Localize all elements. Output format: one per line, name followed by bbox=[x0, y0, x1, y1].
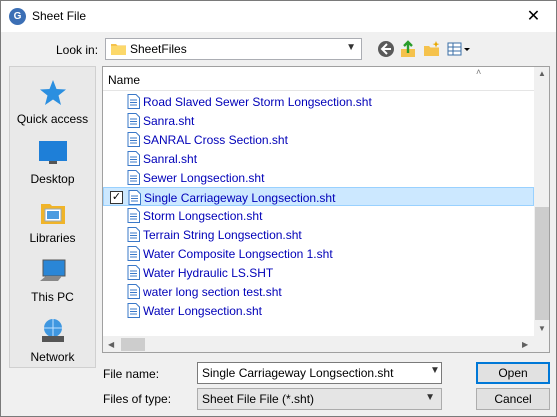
cancel-button[interactable]: Cancel bbox=[476, 388, 550, 410]
sheet-file-dialog: G Sheet File ✕ Look in: SheetFiles ▼ Qui bbox=[0, 0, 557, 417]
file-name: Road Slaved Sewer Storm Longsection.sht bbox=[143, 95, 372, 109]
file-type-select[interactable]: Sheet File File (*.sht) ▼ bbox=[197, 388, 442, 410]
sheet-file-icon bbox=[127, 94, 140, 109]
network-icon bbox=[41, 319, 64, 342]
app-icon: G bbox=[9, 8, 26, 25]
vertical-scroll-thumb[interactable] bbox=[535, 207, 549, 320]
look-in-combo[interactable]: SheetFiles ▼ bbox=[105, 38, 362, 60]
places-bar: Quick access Desktop Libraries This PC N… bbox=[9, 66, 96, 368]
file-name-label: File name: bbox=[103, 367, 160, 381]
sort-ascending-icon: ˄ bbox=[476, 67, 482, 77]
place-desktop[interactable]: Desktop bbox=[10, 139, 95, 186]
file-name: Sewer Longsection.sht bbox=[143, 171, 265, 185]
horizontal-scroll-thumb[interactable] bbox=[121, 338, 145, 351]
sheet-file-icon bbox=[127, 284, 140, 299]
file-row[interactable]: Sewer Longsection.sht bbox=[103, 168, 534, 187]
quick-access-star-icon bbox=[39, 80, 66, 105]
file-name: Water Composite Longsection 1.sht bbox=[143, 247, 333, 261]
file-row[interactable]: water long section test.sht bbox=[103, 282, 534, 301]
sheet-file-icon bbox=[127, 113, 140, 128]
selection-checkbox[interactable]: ✓ bbox=[110, 191, 123, 204]
file-row[interactable]: Water Hydraulic LS.SHT bbox=[103, 263, 534, 282]
horizontal-scrollbar[interactable]: ◀ ▶ bbox=[103, 336, 534, 352]
sheet-file-icon bbox=[127, 208, 140, 223]
chevron-down-icon: ▼ bbox=[346, 42, 356, 53]
file-name: Water Hydraulic LS.SHT bbox=[143, 266, 274, 280]
file-row[interactable]: Road Slaved Sewer Storm Longsection.sht bbox=[103, 92, 534, 111]
file-name: Water Longsection.sht bbox=[143, 304, 262, 318]
window-title: Sheet File bbox=[32, 9, 87, 23]
file-row[interactable]: ✓ Single Carriageway Longsection.sht bbox=[103, 187, 534, 206]
file-type-label: Files of type: bbox=[103, 392, 172, 406]
sheet-file-icon bbox=[127, 227, 140, 242]
file-type-value: Sheet File File (*.sht) bbox=[202, 392, 315, 406]
back-button[interactable] bbox=[376, 39, 396, 59]
place-label: Quick access bbox=[16, 112, 89, 126]
close-button[interactable]: ✕ bbox=[511, 1, 556, 32]
libraries-icon bbox=[40, 204, 65, 224]
place-label: This PC bbox=[31, 290, 74, 304]
sheet-file-icon bbox=[127, 170, 140, 185]
file-name: Sanra.sht bbox=[143, 114, 195, 128]
new-folder-button[interactable] bbox=[422, 39, 442, 59]
sheet-file-icon bbox=[127, 303, 140, 318]
scroll-right-icon[interactable]: ▶ bbox=[522, 340, 528, 349]
sheet-file-icon bbox=[127, 265, 140, 280]
file-name: Storm Longsection.sht bbox=[143, 209, 263, 223]
place-network[interactable]: Network bbox=[10, 317, 95, 364]
file-name-input[interactable]: Single Carriageway Longsection.sht bbox=[197, 362, 442, 384]
file-list: Name ˄ Road Slaved Sewer Storm Longsecti… bbox=[102, 66, 550, 353]
file-name: Terrain String Longsection.sht bbox=[143, 228, 302, 242]
up-folder-button[interactable] bbox=[399, 39, 419, 59]
file-row[interactable]: Water Longsection.sht bbox=[103, 301, 534, 320]
scroll-down-icon[interactable]: ▼ bbox=[538, 324, 546, 333]
sheet-file-icon bbox=[127, 246, 140, 261]
sheet-file-icon bbox=[127, 132, 140, 147]
folder-icon bbox=[111, 44, 126, 55]
place-this-pc[interactable]: This PC bbox=[10, 257, 95, 304]
scroll-left-icon[interactable]: ◀ bbox=[108, 340, 114, 349]
place-label: Network bbox=[30, 350, 75, 364]
file-row[interactable]: Storm Longsection.sht bbox=[103, 206, 534, 225]
file-row[interactable]: SANRAL Cross Section.sht bbox=[103, 130, 534, 149]
open-button[interactable]: Open bbox=[476, 362, 550, 384]
file-name: Single Carriageway Longsection.sht bbox=[144, 191, 336, 205]
column-header-name[interactable]: Name ˄ bbox=[103, 67, 534, 91]
scroll-up-icon[interactable]: ▲ bbox=[538, 69, 546, 78]
file-row[interactable]: Water Composite Longsection 1.sht bbox=[103, 244, 534, 263]
sheet-file-icon bbox=[128, 190, 141, 205]
place-quick-access[interactable]: Quick access bbox=[10, 79, 95, 126]
sheet-file-icon bbox=[127, 151, 140, 166]
place-label: Desktop bbox=[30, 172, 75, 186]
chevron-down-icon: ▼ bbox=[425, 392, 435, 403]
look-in-value: SheetFiles bbox=[130, 42, 187, 56]
column-name-label: Name bbox=[108, 73, 141, 87]
vertical-scrollbar[interactable]: ▲ ▼ bbox=[534, 67, 549, 336]
place-libraries[interactable]: Libraries bbox=[10, 198, 95, 245]
scrollbar-corner bbox=[534, 336, 549, 352]
file-row[interactable]: Terrain String Longsection.sht bbox=[103, 225, 534, 244]
file-row[interactable]: Sanral.sht bbox=[103, 149, 534, 168]
view-menu-button[interactable] bbox=[446, 39, 472, 59]
file-name: Sanral.sht bbox=[143, 152, 198, 166]
file-name: water long section test.sht bbox=[143, 285, 282, 299]
title-bar: G Sheet File ✕ bbox=[1, 1, 556, 32]
look-in-label: Look in: bbox=[56, 43, 99, 57]
place-label: Libraries bbox=[29, 231, 76, 245]
desktop-icon bbox=[38, 141, 67, 164]
this-pc-icon bbox=[39, 259, 65, 281]
file-row[interactable]: Sanra.sht bbox=[103, 111, 534, 130]
file-name: SANRAL Cross Section.sht bbox=[143, 133, 288, 147]
